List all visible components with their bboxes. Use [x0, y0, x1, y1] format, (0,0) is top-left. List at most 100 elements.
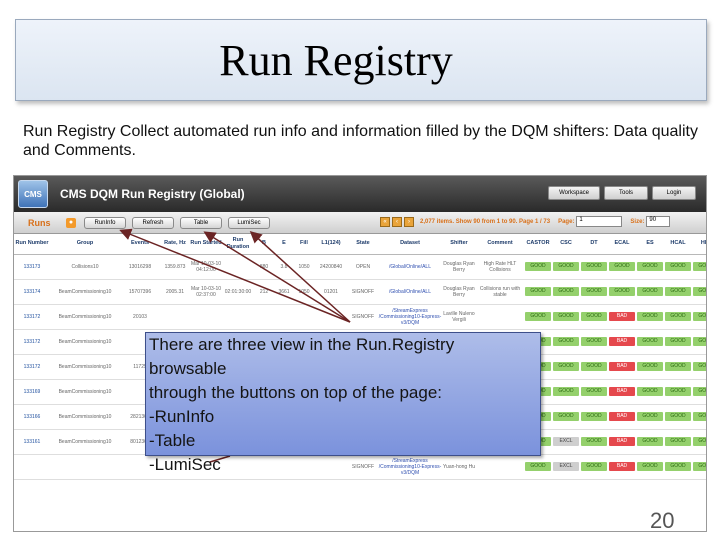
quality-flag[interactable]: BAD: [609, 387, 635, 396]
quality-flag[interactable]: GOOD: [693, 412, 706, 421]
quality-flag[interactable]: GOOD: [581, 337, 607, 346]
next-page-icon[interactable]: ›: [404, 216, 414, 227]
quality-flag[interactable]: GOOD: [637, 287, 663, 296]
tools-button[interactable]: Tools: [604, 186, 648, 200]
column-header[interactable]: ECAL: [608, 234, 636, 255]
cell-run[interactable]: 133172: [14, 329, 50, 355]
column-header[interactable]: DT: [580, 234, 608, 255]
quality-flag[interactable]: GOOD: [609, 287, 635, 296]
runinfo-button[interactable]: RunInfo: [84, 216, 126, 229]
column-header[interactable]: Run Started: [190, 234, 222, 255]
cell-run[interactable]: 133174: [14, 279, 50, 305]
quality-flag[interactable]: GOOD: [553, 337, 579, 346]
login-button[interactable]: Login: [652, 186, 696, 200]
cell-run[interactable]: 133172: [14, 354, 50, 380]
quality-flag[interactable]: GOOD: [525, 312, 551, 321]
cell-run[interactable]: 133166: [14, 404, 50, 430]
column-header[interactable]: HLT: [692, 234, 706, 255]
quality-flag[interactable]: GOOD: [553, 312, 579, 321]
quality-flag[interactable]: GOOD: [693, 287, 706, 296]
quality-flag[interactable]: GOOD: [581, 312, 607, 321]
quality-flag[interactable]: GOOD: [553, 287, 579, 296]
quality-flag[interactable]: BAD: [609, 437, 635, 446]
table-row[interactable]: 133173 Collisions10 13016298 1359.873 Mar 10…: [14, 254, 706, 280]
quality-flag[interactable]: GOOD: [665, 287, 691, 296]
refresh-button[interactable]: Refresh: [132, 216, 174, 229]
quality-flag[interactable]: EXCL: [553, 462, 579, 471]
column-header[interactable]: HCAL: [664, 234, 692, 255]
quality-flag[interactable]: BAD: [609, 312, 635, 321]
quality-flag[interactable]: GOOD: [637, 312, 663, 321]
quality-flag[interactable]: GOOD: [665, 412, 691, 421]
quality-flag[interactable]: GOOD: [581, 362, 607, 371]
first-page-icon[interactable]: «: [380, 216, 390, 227]
quality-flag[interactable]: GOOD: [553, 412, 579, 421]
column-header[interactable]: Comment: [476, 234, 524, 255]
quality-flag[interactable]: GOOD: [637, 362, 663, 371]
column-header[interactable]: Group: [50, 234, 120, 255]
rss-icon[interactable]: ●: [66, 217, 76, 228]
column-header[interactable]: Run Duration: [222, 234, 254, 255]
quality-flag[interactable]: GOOD: [665, 437, 691, 446]
quality-flag[interactable]: GOOD: [581, 262, 607, 271]
cell-run[interactable]: 133173: [14, 254, 50, 280]
column-header[interactable]: CSC: [552, 234, 580, 255]
quality-flag[interactable]: GOOD: [693, 362, 706, 371]
quality-flag[interactable]: GOOD: [581, 462, 607, 471]
quality-flag[interactable]: GOOD: [637, 262, 663, 271]
quality-flag[interactable]: GOOD: [665, 337, 691, 346]
column-header[interactable]: L1(124): [314, 234, 348, 255]
column-header[interactable]: Dataset: [378, 234, 442, 255]
quality-flag[interactable]: GOOD: [693, 337, 706, 346]
column-header[interactable]: ES: [636, 234, 664, 255]
quality-flag[interactable]: GOOD: [581, 387, 607, 396]
quality-flag[interactable]: GOOD: [693, 262, 706, 271]
quality-flag[interactable]: BAD: [609, 412, 635, 421]
quality-flag[interactable]: GOOD: [665, 312, 691, 321]
quality-flag[interactable]: GOOD: [637, 462, 663, 471]
quality-flag[interactable]: GOOD: [637, 337, 663, 346]
quality-flag[interactable]: GOOD: [693, 462, 706, 471]
quality-flag[interactable]: GOOD: [693, 437, 706, 446]
table-row[interactable]: 133174 BeamCommissioning10 15707396 2005.31…: [14, 279, 706, 305]
table-row[interactable]: 133172 BeamCommissioning10 20103 SIGNOFF/St…: [14, 304, 706, 330]
cell-run[interactable]: [14, 454, 50, 480]
quality-flag[interactable]: GOOD: [553, 262, 579, 271]
column-header[interactable]: Shifter: [442, 234, 476, 255]
quality-flag[interactable]: EXCL: [553, 437, 579, 446]
cell-run[interactable]: 133161: [14, 429, 50, 455]
quality-flag[interactable]: GOOD: [581, 287, 607, 296]
quality-flag[interactable]: GOOD: [693, 387, 706, 396]
column-header[interactable]: E: [274, 234, 294, 255]
quality-flag[interactable]: GOOD: [609, 262, 635, 271]
quality-flag[interactable]: GOOD: [637, 437, 663, 446]
quality-flag[interactable]: GOOD: [665, 262, 691, 271]
size-select[interactable]: 90: [646, 216, 671, 227]
quality-flag[interactable]: GOOD: [665, 462, 691, 471]
prev-page-icon[interactable]: ‹: [392, 216, 402, 227]
quality-flag[interactable]: BAD: [609, 337, 635, 346]
quality-flag[interactable]: GOOD: [665, 362, 691, 371]
quality-flag[interactable]: GOOD: [693, 312, 706, 321]
quality-flag[interactable]: GOOD: [525, 287, 551, 296]
quality-flag[interactable]: GOOD: [637, 412, 663, 421]
table-button[interactable]: Table: [180, 216, 222, 229]
quality-flag[interactable]: BAD: [609, 362, 635, 371]
column-header[interactable]: B: [254, 234, 274, 255]
quality-flag[interactable]: GOOD: [525, 262, 551, 271]
cell-run[interactable]: 133172: [14, 304, 50, 330]
quality-flag[interactable]: GOOD: [553, 387, 579, 396]
column-header[interactable]: Run Number: [14, 234, 50, 255]
quality-flag[interactable]: BAD: [609, 462, 635, 471]
column-header[interactable]: CASTOR: [524, 234, 552, 255]
column-header[interactable]: Rate, Hz: [160, 234, 190, 255]
lumisec-button[interactable]: LumiSec: [228, 216, 270, 229]
quality-flag[interactable]: GOOD: [581, 437, 607, 446]
column-header[interactable]: Fill: [294, 234, 314, 255]
quality-flag[interactable]: GOOD: [553, 362, 579, 371]
quality-flag[interactable]: GOOD: [581, 412, 607, 421]
quality-flag[interactable]: GOOD: [665, 387, 691, 396]
workspace-button[interactable]: Workspace: [548, 186, 600, 200]
column-header[interactable]: Events: [120, 234, 160, 255]
cell-run[interactable]: 133169: [14, 379, 50, 405]
